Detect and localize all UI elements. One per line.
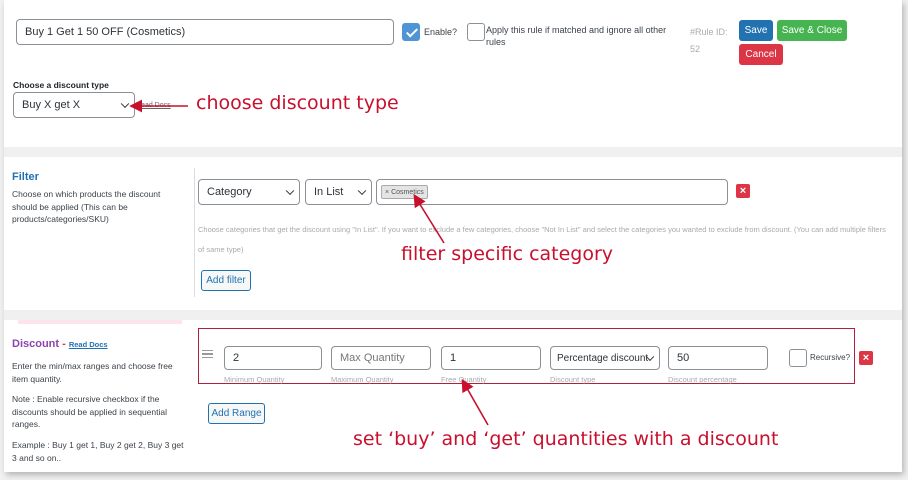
filter-description: Choose on which products the discount sh…: [12, 189, 161, 224]
max-quantity-label: Maximum Quantity: [331, 375, 394, 384]
discount-value-label: Discount percentage: [668, 375, 737, 384]
discount-description-3: Example : Buy 1 get 1, Buy 2 get 2, Buy …: [12, 440, 184, 463]
remove-filter-button[interactable]: ×: [736, 184, 750, 198]
discount-tab-highlight: [18, 320, 182, 324]
min-quantity-label: Minimum Quantity: [224, 375, 285, 384]
chevron-down-icon: [285, 186, 295, 196]
min-quantity-input[interactable]: 2: [224, 346, 322, 370]
annotation-quantities: set ‘buy’ and ‘get’ quantities with a di…: [353, 428, 779, 450]
cancel-button[interactable]: Cancel: [739, 44, 783, 65]
rule-editor-panel: Buy 1 Get 1 50 OFF (Cosmetics) Enable? A…: [4, 0, 902, 472]
max-quantity-placeholder: Max Quantity: [340, 352, 405, 364]
discount-description-2: Note : Enable recursive checkbox if the …: [12, 394, 168, 429]
annotation-discount-type: choose discount type: [196, 92, 399, 114]
discount-title: Discount - Read Docs: [12, 338, 108, 350]
discount-type-selected: Buy X get X: [22, 99, 81, 111]
section-divider: [4, 147, 902, 157]
rule-id-label: #Rule ID:: [690, 27, 728, 37]
add-range-button[interactable]: Add Range: [208, 403, 265, 424]
discount-type-heading: Choose a discount type: [13, 80, 109, 90]
remove-range-button[interactable]: ×: [859, 351, 873, 365]
max-quantity-input[interactable]: Max Quantity: [331, 346, 431, 370]
discount-title-separator: -: [59, 338, 69, 350]
save-button[interactable]: Save: [739, 20, 773, 41]
add-filter-button[interactable]: Add filter: [201, 270, 251, 291]
enable-checkbox[interactable]: [402, 23, 420, 41]
drag-handle-icon[interactable]: [202, 350, 213, 358]
filter-title: Filter: [12, 171, 39, 183]
discount-type-read-docs-link[interactable]: Read Docs: [136, 102, 171, 109]
annotation-filter: filter specific category: [401, 243, 614, 265]
min-quantity-value: 2: [233, 352, 240, 364]
recursive-checkbox[interactable]: [789, 349, 807, 367]
save-close-button[interactable]: Save & Close: [777, 20, 847, 41]
filter-method-selected: In List: [314, 186, 344, 198]
discount-title-text: Discount: [12, 338, 60, 350]
recursive-label: Recursive?: [810, 353, 851, 362]
filter-type-select[interactable]: Category: [198, 179, 300, 205]
apply-rule-label: Apply this rule if matched and ignore al…: [486, 25, 667, 47]
chevron-down-icon: [357, 186, 367, 196]
discount-type-select[interactable]: Buy X get X: [13, 92, 135, 118]
free-quantity-label: Free Quantity: [441, 375, 487, 384]
rule-title-input[interactable]: Buy 1 Get 1 50 OFF (Cosmetics): [16, 19, 394, 45]
discount-read-docs-link[interactable]: Read Docs: [69, 340, 108, 349]
discount-description-1: Enter the min/max ranges and choose free…: [12, 361, 173, 384]
rule-title-value: Buy 1 Get 1 50 OFF (Cosmetics): [25, 26, 186, 38]
discount-value-input[interactable]: 50: [668, 346, 768, 370]
filter-values-input[interactable]: × Cosmetics: [376, 179, 728, 205]
free-quantity-value: 1: [450, 352, 457, 364]
range-discount-type-label: Discount type: [550, 375, 596, 384]
apply-rule-checkbox[interactable]: [467, 23, 485, 41]
free-quantity-input[interactable]: 1: [441, 346, 541, 370]
enable-label: Enable?: [424, 27, 458, 37]
filter-tag-remove[interactable]: ×: [385, 189, 389, 196]
filter-type-selected: Category: [207, 186, 252, 198]
discount-value: 50: [677, 352, 690, 364]
section-divider: [4, 310, 902, 320]
chevron-down-icon: [120, 99, 130, 109]
arrow-quantities: [461, 378, 489, 426]
filter-method-select[interactable]: In List: [305, 179, 372, 205]
rule-id-value: 52: [690, 44, 701, 54]
filter-tag: × Cosmetics: [381, 185, 428, 199]
filter-tag-label: Cosmetics: [391, 188, 424, 196]
range-discount-type-select[interactable]: Percentage discount: [550, 346, 660, 370]
range-discount-type-selected: Percentage discount: [557, 352, 649, 364]
